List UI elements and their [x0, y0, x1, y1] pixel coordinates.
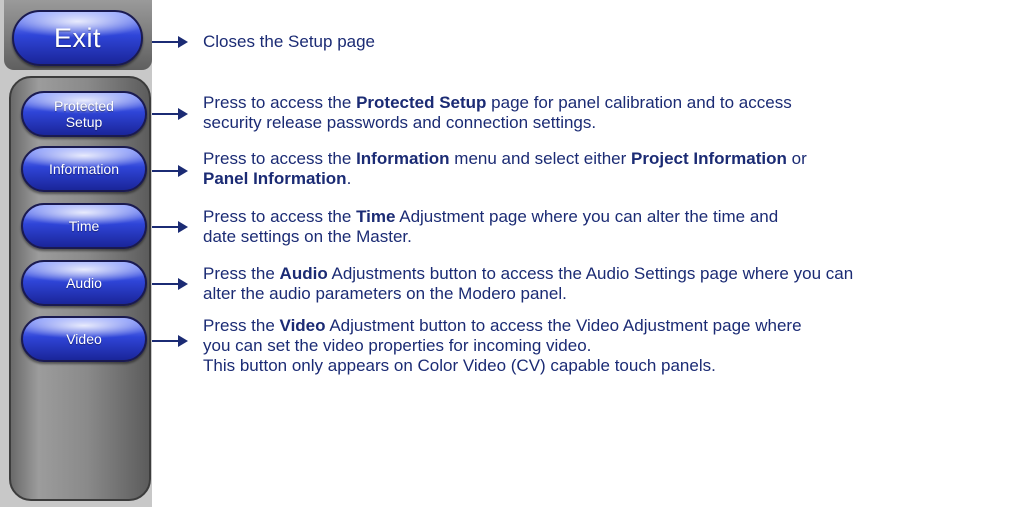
video-description-text-3: you can set the video properties for inc…	[203, 336, 592, 355]
exit-description: Closes the Setup page	[203, 32, 375, 52]
information-description-bold-3: Panel Information	[203, 169, 347, 188]
video-arrow-icon	[152, 335, 188, 347]
exit-button-label: Exit	[53, 22, 101, 53]
time-description: Press to access the Time Adjustment page…	[203, 207, 778, 247]
audio-description-bold-1: Audio	[279, 264, 328, 283]
protected-description-text-2: page for panel calibration and to access	[486, 93, 792, 112]
audio-description-text-1: Press the	[203, 264, 280, 283]
information-description-text-4: .	[346, 169, 352, 188]
information-description: Press to access the Information menu and…	[203, 149, 807, 189]
audio-arrow-icon	[152, 278, 188, 290]
audio-description-text-2: Adjustments button to access the Audio S…	[327, 264, 854, 283]
protected-setup-button-label: Protected Setup	[54, 98, 114, 130]
audio-description: Press the Audio Adjustments button to ac…	[203, 264, 853, 304]
audio-button-label: Audio	[66, 275, 102, 291]
information-description-bold-1: Information	[356, 149, 450, 168]
audio-description-text-3: alter the audio parameters on the Modero…	[203, 284, 567, 303]
video-description-text-1: Press the	[203, 316, 280, 335]
video-button[interactable]: Video	[21, 316, 147, 362]
information-description-bold-2: Project Information	[631, 149, 787, 168]
exit-arrow-icon	[152, 36, 188, 48]
time-description-text-2: Adjustment page where you can alter the …	[395, 207, 779, 226]
information-arrow-icon	[152, 165, 188, 177]
protected-description-text-1: Press to access the	[203, 93, 357, 112]
time-button-label: Time	[68, 218, 100, 234]
information-description-text-3: or	[786, 149, 807, 168]
exit-description-text: Closes the Setup page	[203, 32, 376, 51]
video-description: Press the Video Adjustment button to acc…	[203, 316, 802, 376]
time-arrow-icon	[152, 221, 188, 233]
video-description-text-2: Adjustment button to access the Video Ad…	[325, 316, 802, 335]
time-button[interactable]: Time	[21, 203, 147, 249]
time-description-bold-1: Time	[356, 207, 396, 226]
protected-description-text-3: security release passwords and connectio…	[203, 113, 597, 132]
time-description-text-1: Press to access the	[203, 207, 357, 226]
video-description-text-4: This button only appears on Color Video …	[203, 356, 716, 375]
video-button-label: Video	[66, 331, 102, 347]
time-description-text-3: date settings on the Master.	[203, 227, 412, 246]
information-button-label: Information	[48, 161, 120, 177]
protected-description-bold-1: Protected Setup	[356, 93, 487, 112]
audio-button[interactable]: Audio	[21, 260, 147, 306]
exit-button[interactable]: Exit	[12, 10, 143, 66]
video-description-bold-1: Video	[279, 316, 326, 335]
information-description-text-2: menu and select either	[449, 149, 632, 168]
protected-setup-description: Press to access the Protected Setup page…	[203, 93, 792, 133]
protected-setup-button[interactable]: Protected Setup	[21, 91, 147, 137]
protected-setup-arrow-icon	[152, 108, 188, 120]
information-button[interactable]: Information	[21, 146, 147, 192]
information-description-text-1: Press to access the	[203, 149, 357, 168]
